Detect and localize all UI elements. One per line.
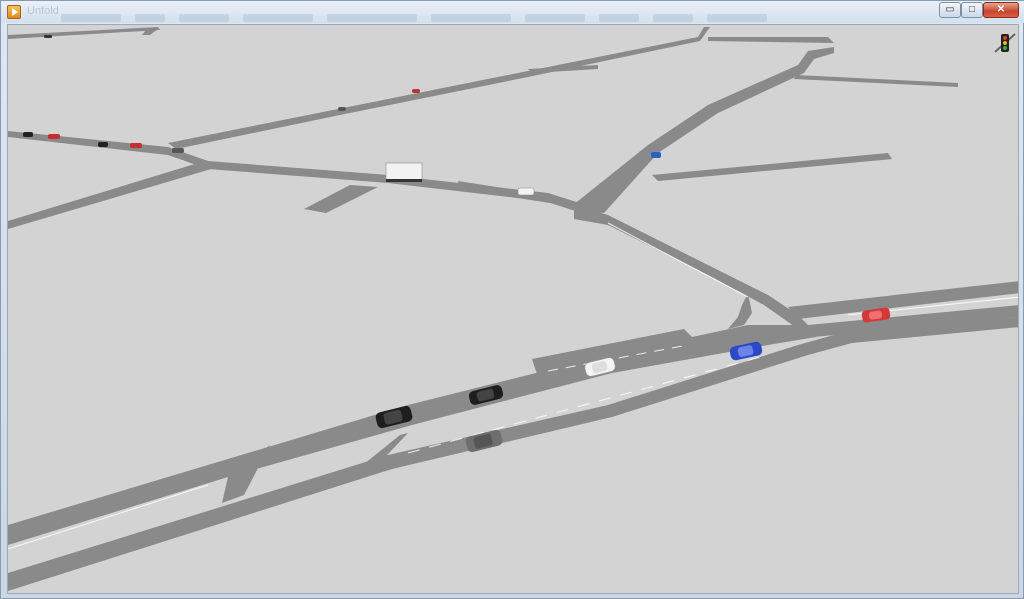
road-west-diagonal [8,163,218,229]
highway-lower-carriageway [8,317,1018,591]
traffic-light-toggle-button[interactable] [992,30,1018,56]
road-north-east [568,47,834,213]
highway-upper-carriageway [8,325,816,545]
car-far-7[interactable] [412,89,420,93]
3d-traffic-viewport[interactable] [7,24,1019,594]
car-far-8[interactable] [44,35,52,38]
car-far-3[interactable] [98,142,108,147]
truck-white[interactable] [385,162,423,182]
road-far-east-thin [794,75,958,87]
title-bar[interactable]: Unfold ▭ □ ✕ [1,1,1024,23]
close-button[interactable]: ✕ [983,2,1019,18]
road-stub-center [304,185,378,213]
car-far-6[interactable] [338,107,346,111]
road-east-branch [652,153,892,181]
traffic-light-icon [994,33,1016,53]
road-network [8,27,1018,591]
road-junction-curve [728,293,752,329]
car-small-1[interactable] [517,187,535,196]
window-title: Unfold [27,5,59,17]
lane-marking-4 [607,222,749,298]
car-far-5[interactable] [172,148,184,153]
car-far-1[interactable] [23,132,33,137]
road-top-left [8,27,160,39]
vehicles-layer [23,35,891,453]
car-small-2[interactable] [651,152,661,158]
application-window: Unfold ▭ □ ✕ [0,0,1024,599]
minimize-button[interactable]: ▭ [939,2,961,18]
maximize-button[interactable]: □ [961,2,983,18]
road-north-upper [168,27,710,149]
car-far-4[interactable] [130,143,142,148]
car-far-2[interactable] [48,134,60,139]
road-far-north [708,37,834,43]
car-gray[interactable] [465,429,504,453]
background-taskbar-ghost [61,9,831,23]
road-network-scene [8,27,1018,591]
app-icon[interactable] [7,5,21,19]
